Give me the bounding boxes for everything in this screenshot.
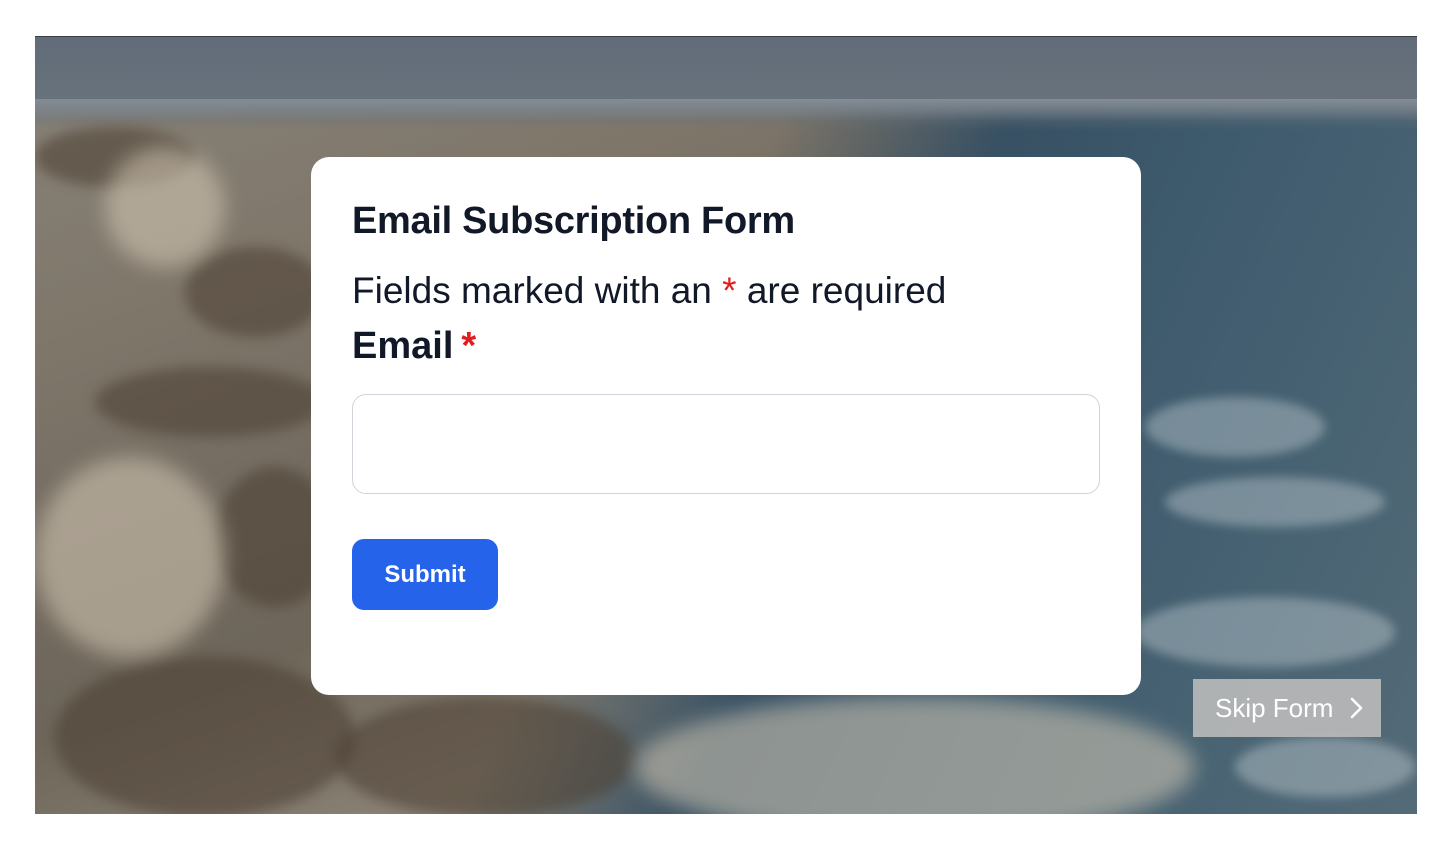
required-note-asterisk: * (722, 270, 737, 311)
page-frame: Email Subscription Form Fields marked wi… (35, 36, 1417, 814)
subscription-form-card: Email Subscription Form Fields marked wi… (311, 157, 1141, 695)
email-required-asterisk: * (461, 325, 477, 367)
form-title: Email Subscription Form (352, 200, 795, 242)
skip-form-label: Skip Form (1215, 692, 1334, 723)
required-note-suffix: are required (746, 270, 947, 311)
email-label-text: Email (352, 325, 454, 367)
required-fields-note: Fields marked with an * are required (352, 269, 1101, 313)
required-note-prefix: Fields marked with an (352, 270, 712, 311)
horizon-haze (35, 99, 1417, 121)
email-input[interactable] (352, 394, 1100, 494)
chevron-right-icon (1349, 696, 1365, 720)
email-label: Email * (352, 323, 1101, 369)
skip-form-button[interactable]: Skip Form (1193, 679, 1381, 737)
submit-button[interactable]: Submit (352, 539, 498, 610)
